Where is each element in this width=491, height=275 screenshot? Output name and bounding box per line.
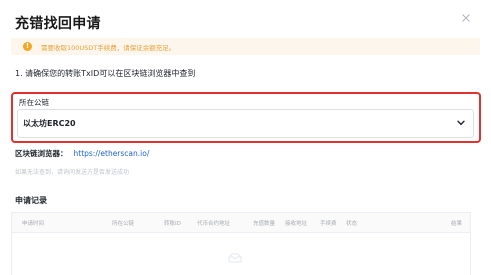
col-apply-time: 申请时间 xyxy=(22,221,45,227)
explorer-link[interactable]: https://etherscan.io/ xyxy=(74,149,150,158)
col-receive-address: 接收地址 xyxy=(285,221,308,227)
col-txid: 转账ID xyxy=(164,221,181,227)
step-instruction: 1. 请确保您的转账TxID可以在区块链浏览器中查到 xyxy=(15,69,196,78)
network-selected-value: 以太坊ERC20 xyxy=(23,119,76,128)
explorer-label: 区块链浏览器： xyxy=(15,149,68,158)
col-status: 状态 xyxy=(346,221,358,227)
explorer-row: 区块链浏览器： https://etherscan.io/ xyxy=(15,148,149,159)
warning-banner: ! 需要收取100USDT手续费，请保证余额充足。 xyxy=(11,38,480,55)
col-result: 结果 xyxy=(451,221,463,227)
table-header: 申请时间 所在公链 转账ID 代币合约地址 充值数量 接收地址 手续费 状态 结… xyxy=(12,213,470,233)
info-icon: ! xyxy=(23,42,32,51)
col-contract: 代币合约地址 xyxy=(197,221,231,227)
close-icon[interactable] xyxy=(460,12,472,24)
col-chain: 所在公链 xyxy=(112,221,135,227)
network-field-highlight: 所在公链 以太坊ERC20 xyxy=(11,92,481,143)
dialog-title: 充错找回申请 xyxy=(15,16,101,32)
network-select[interactable]: 以太坊ERC20 xyxy=(17,109,474,138)
records-table: 申请时间 所在公链 转账ID 代币合约地址 充值数量 接收地址 手续费 状态 结… xyxy=(11,212,471,275)
col-fee: 手续费 xyxy=(320,221,337,227)
col-amount: 充值数量 xyxy=(253,221,276,227)
network-label: 所在公链 xyxy=(19,98,49,107)
hint-text: 如果无法查到，请询问发送方是否发送成功 xyxy=(15,169,130,176)
warning-text: 需要收取100USDT手续费，请保证余额充足。 xyxy=(41,43,176,52)
empty-box-icon xyxy=(228,253,242,263)
chevron-down-icon xyxy=(457,120,465,126)
records-title: 申请记录 xyxy=(15,196,47,205)
